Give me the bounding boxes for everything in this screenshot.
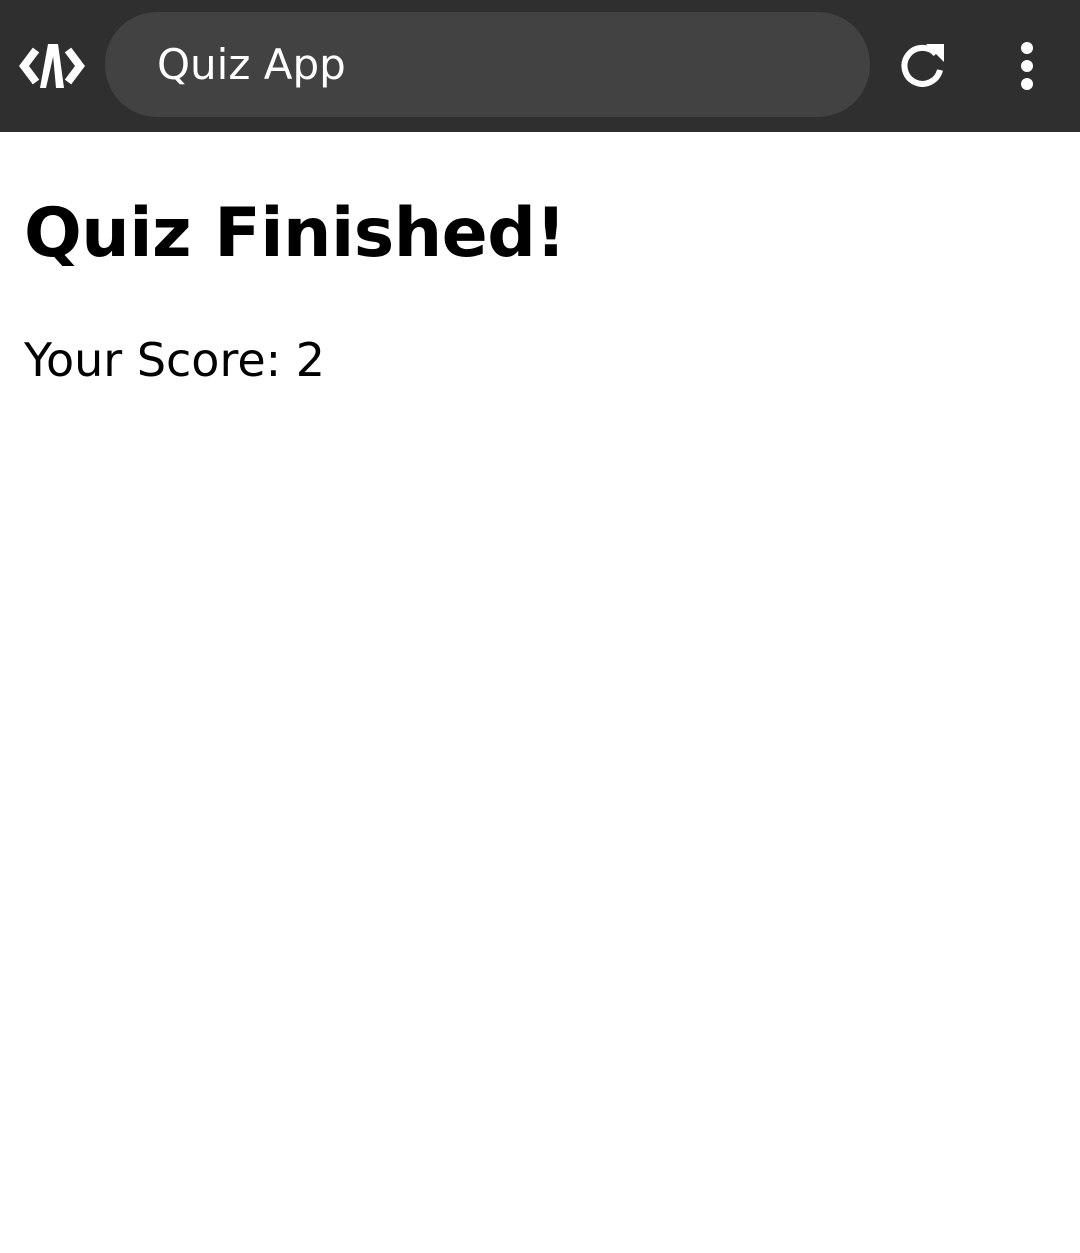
page-content: Quiz Finished! Your Score: 2 xyxy=(24,132,1056,388)
address-bar[interactable]: Quiz App xyxy=(105,12,870,117)
address-bar-text: Quiz App xyxy=(157,40,346,89)
score-text: Your Score: 2 xyxy=(24,333,326,387)
code-brackets-logo-icon[interactable] xyxy=(18,38,86,94)
browser-toolbar: Quiz App xyxy=(0,0,1080,132)
reload-icon[interactable] xyxy=(896,40,948,92)
page-title: Quiz Finished! xyxy=(24,194,566,273)
more-vert-icon[interactable] xyxy=(1006,40,1048,92)
